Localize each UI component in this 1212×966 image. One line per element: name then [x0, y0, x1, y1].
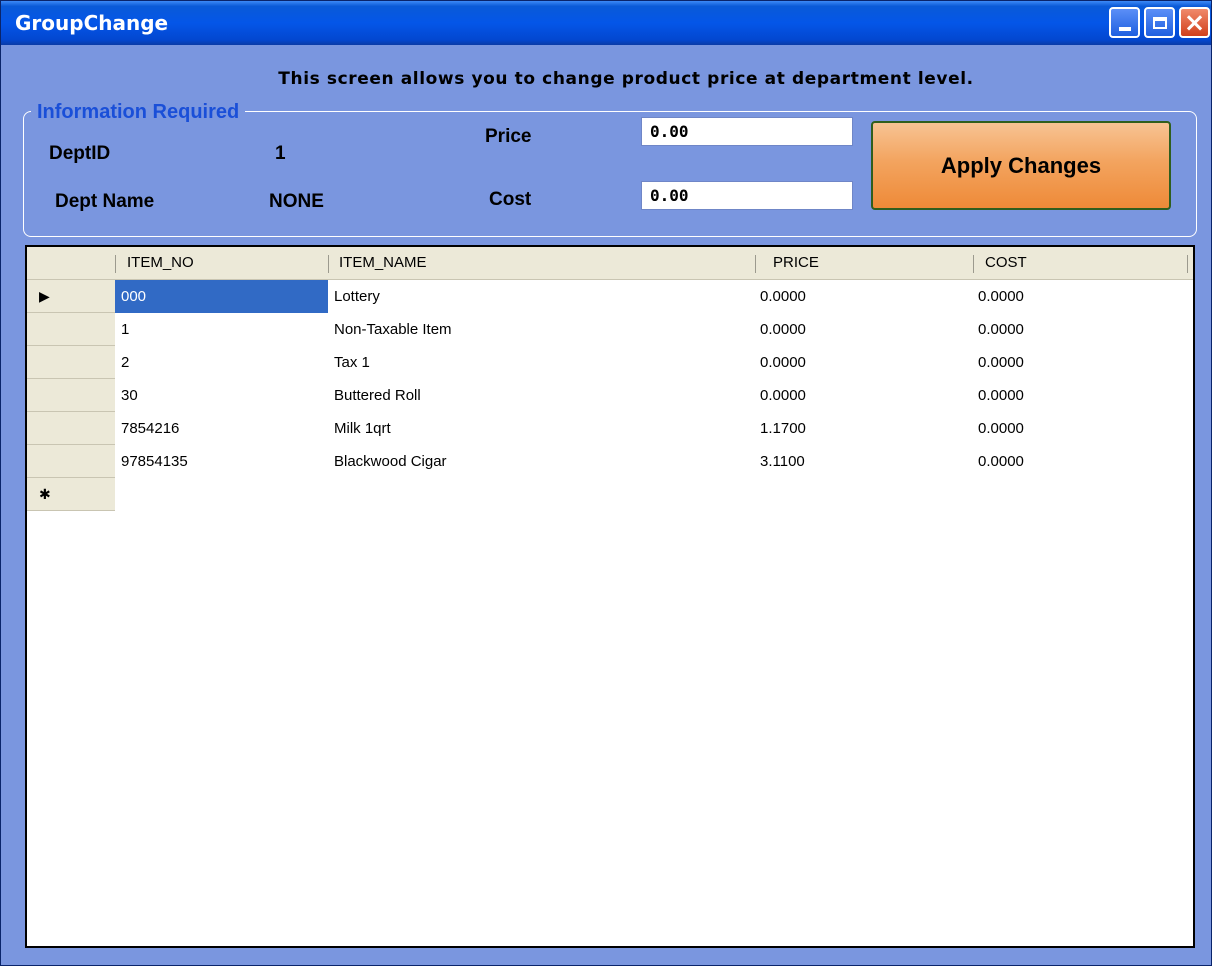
row-selector[interactable] — [27, 412, 115, 445]
row-header-corner — [27, 247, 115, 279]
table-row[interactable]: 2 Tax 1 0.0000 0.0000 — [115, 346, 1193, 379]
title-bar[interactable]: GroupChange × — [1, 1, 1211, 45]
column-divider — [115, 255, 116, 273]
cell-cost[interactable]: 0.0000 — [972, 346, 1186, 379]
new-row-asterisk-icon: ✱ — [39, 485, 51, 502]
table-row[interactable]: 7854216 Milk 1qrt 1.1700 0.0000 — [115, 412, 1193, 445]
close-button[interactable]: × — [1179, 7, 1210, 38]
window-title: GroupChange — [15, 11, 169, 35]
cell-item-no[interactable]: 1 — [115, 313, 328, 346]
cell-cost[interactable]: 0.0000 — [972, 445, 1186, 478]
cell-item-name[interactable]: Milk 1qrt — [328, 412, 754, 445]
minimize-button[interactable] — [1109, 7, 1140, 38]
row-selector[interactable] — [27, 313, 115, 346]
column-divider — [973, 255, 974, 273]
table-row[interactable]: 000 Lottery 0.0000 0.0000 — [115, 280, 1193, 313]
maximize-button[interactable] — [1144, 7, 1175, 38]
column-header-price[interactable]: PRICE — [773, 247, 973, 279]
row-selector-current[interactable]: ▶ — [27, 280, 115, 313]
maximize-icon — [1152, 16, 1167, 29]
column-header-item-name[interactable]: ITEM_NAME — [339, 247, 739, 279]
cell-price[interactable]: 0.0000 — [754, 313, 972, 346]
cell-item-name[interactable]: Blackwood Cigar — [328, 445, 754, 478]
column-divider — [755, 255, 756, 273]
close-icon: × — [1183, 7, 1206, 38]
cell-item-no[interactable]: 30 — [115, 379, 328, 412]
row-selector[interactable] — [27, 379, 115, 412]
cell-price[interactable]: 0.0000 — [754, 280, 972, 313]
groupchange-window: GroupChange × This screen allows you to … — [0, 0, 1212, 966]
dept-id-label: DeptID — [49, 143, 111, 164]
cell-cost[interactable]: 0.0000 — [972, 313, 1186, 346]
items-grid[interactable]: ITEM_NO ITEM_NAME PRICE COST ▶ 000 Lotte… — [25, 245, 1195, 948]
grid-header: ITEM_NO ITEM_NAME PRICE COST — [27, 247, 1193, 280]
cell-item-no[interactable]: 000 — [115, 280, 328, 313]
cost-input[interactable]: 0.00 — [641, 181, 853, 210]
price-label: Price — [485, 126, 532, 147]
column-divider — [1187, 255, 1188, 273]
cell-item-no[interactable]: 97854135 — [115, 445, 328, 478]
instruction-text: This screen allows you to change product… — [278, 69, 974, 89]
cell-price[interactable]: 3.1100 — [754, 445, 972, 478]
minimize-icon — [1118, 26, 1131, 31]
column-header-item-no[interactable]: ITEM_NO — [127, 247, 317, 279]
cell-item-name[interactable]: Non-Taxable Item — [328, 313, 754, 346]
column-divider — [328, 255, 329, 273]
cell-price[interactable]: 1.1700 — [754, 412, 972, 445]
cell-cost[interactable]: 0.0000 — [972, 280, 1186, 313]
dept-name-label: Dept Name — [55, 191, 155, 212]
dept-id-value: 1 — [275, 143, 286, 164]
cell-cost[interactable]: 0.0000 — [972, 379, 1186, 412]
row-selector-new[interactable]: ✱ — [27, 478, 115, 511]
cell-price[interactable]: 0.0000 — [754, 379, 972, 412]
cell-item-name[interactable]: Lottery — [328, 280, 754, 313]
cell-cost[interactable]: 0.0000 — [972, 412, 1186, 445]
row-selector[interactable] — [27, 445, 115, 478]
apply-changes-button[interactable]: Apply Changes — [871, 121, 1171, 210]
cell-item-no[interactable]: 2 — [115, 346, 328, 379]
cell-item-name[interactable]: Buttered Roll — [328, 379, 754, 412]
cell-price[interactable]: 0.0000 — [754, 346, 972, 379]
information-group-legend: Information Required — [31, 101, 246, 124]
cost-label: Cost — [489, 189, 532, 210]
table-row[interactable]: 1 Non-Taxable Item 0.0000 0.0000 — [115, 313, 1193, 346]
price-input[interactable]: 0.00 — [641, 117, 853, 146]
table-row[interactable]: 30 Buttered Roll 0.0000 0.0000 — [115, 379, 1193, 412]
dept-name-value: NONE — [269, 191, 324, 212]
cell-item-name[interactable]: Tax 1 — [328, 346, 754, 379]
current-row-arrow-icon: ▶ — [39, 287, 50, 304]
cell-item-no[interactable]: 7854216 — [115, 412, 328, 445]
column-header-cost[interactable]: COST — [985, 247, 1185, 279]
row-selector[interactable] — [27, 346, 115, 379]
table-row[interactable]: 97854135 Blackwood Cigar 3.1100 0.0000 — [115, 445, 1193, 478]
